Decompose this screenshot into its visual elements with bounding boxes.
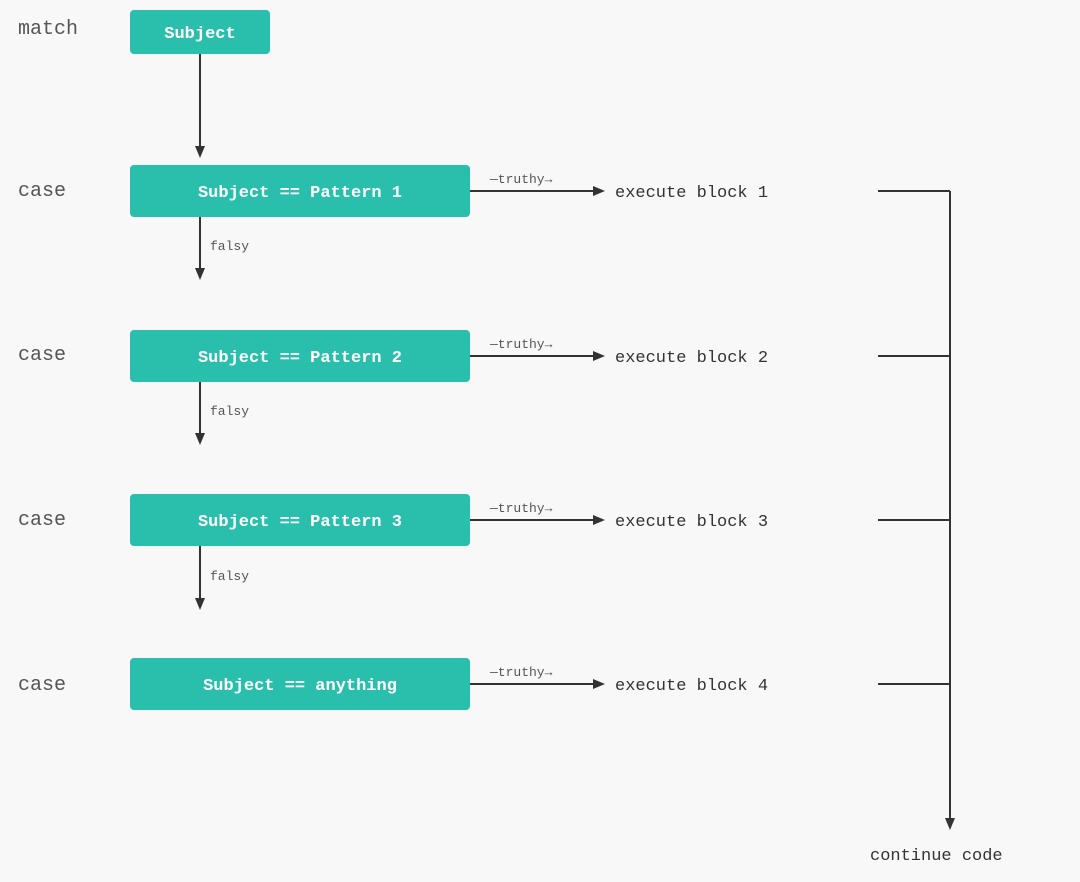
case3-keyword: case xyxy=(18,509,66,532)
block3-label: execute block 3 xyxy=(615,513,768,532)
falsy2-label: falsy xyxy=(210,404,249,419)
pattern2-label: Subject == Pattern 2 xyxy=(198,349,402,368)
match-keyword: match xyxy=(18,18,78,41)
truthy2-label: —truthy→ xyxy=(489,337,553,352)
falsy1-head xyxy=(195,268,205,280)
continue-label: continue code xyxy=(870,847,1003,866)
truthy4-head xyxy=(593,679,605,689)
block2-label: execute block 2 xyxy=(615,349,768,368)
subject-box-label: Subject xyxy=(164,25,235,44)
block1-label: execute block 1 xyxy=(615,184,768,203)
falsy1-label: falsy xyxy=(210,239,249,254)
truthy1-head xyxy=(593,186,605,196)
diagram: match Subject case Subject == Pattern 1 … xyxy=(0,0,1080,877)
case4-keyword: case xyxy=(18,674,66,697)
truthy3-head xyxy=(593,515,605,525)
falsy3-head xyxy=(195,598,205,610)
truthy1-label: —truthy→ xyxy=(489,172,553,187)
truthy4-label: —truthy→ xyxy=(489,665,553,680)
right-rail-head xyxy=(945,818,955,830)
diagram-svg: match Subject case Subject == Pattern 1 … xyxy=(0,0,1080,877)
truthy2-head xyxy=(593,351,605,361)
falsy3-label: falsy xyxy=(210,569,249,584)
block4-label: execute block 4 xyxy=(615,677,768,696)
pattern4-label: Subject == anything xyxy=(203,677,397,696)
pattern3-label: Subject == Pattern 3 xyxy=(198,513,402,532)
case1-keyword: case xyxy=(18,180,66,203)
case2-keyword: case xyxy=(18,344,66,367)
falsy2-head xyxy=(195,433,205,445)
arrow-subject-head xyxy=(195,146,205,158)
truthy3-label: —truthy→ xyxy=(489,501,553,516)
pattern1-label: Subject == Pattern 1 xyxy=(198,184,402,203)
